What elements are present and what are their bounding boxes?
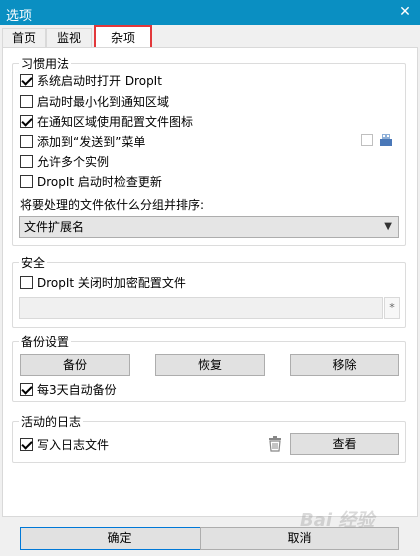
restore-button[interactable]: 恢复 [155,354,265,376]
checkbox[interactable] [20,174,33,188]
option-label: 启动时最小化到通知区域 [37,94,170,109]
option-start-with-system[interactable]: 系统启动时打开 DropIt [20,71,162,89]
option-auto-backup[interactable]: 每3天自动备份 [20,380,117,398]
checkbox[interactable] [20,134,33,148]
chevron-down-icon: ▼ [384,221,392,232]
reveal-password-button[interactable]: * [384,297,400,319]
option-label: 允许多个实例 [37,154,110,169]
option-minimize-to-tray[interactable]: 启动时最小化到通知区域 [20,92,169,110]
tab-home[interactable]: 首页 [2,28,46,48]
group-sort-select[interactable]: 文件扩展名 ▼ [19,216,399,238]
tab-bar: 首页 监视 杂项 [0,25,420,48]
tab-misc[interactable]: 杂项 [94,25,152,48]
option-tray-profile-icon[interactable]: 在通知区域使用配置文件图标 [20,112,193,130]
option-label: DropIt 关闭时加密配置文件 [37,275,186,290]
backup-button[interactable]: 备份 [20,354,130,376]
checkbox[interactable] [20,437,33,451]
ok-button[interactable]: 确定 [20,527,219,550]
log-title: 活动的日志 [19,413,84,430]
option-label: 系统启动时打开 DropIt [37,73,162,88]
checkbox[interactable] [20,114,33,128]
send-to-icons [361,133,393,147]
view-log-button[interactable]: 查看 [290,433,399,455]
remove-button[interactable]: 移除 [290,354,399,376]
option-label: 每3天自动备份 [37,382,117,397]
option-encrypt-profiles[interactable]: DropIt 关闭时加密配置文件 [20,273,186,291]
option-multiple-instances[interactable]: 允许多个实例 [20,152,109,170]
option-label: 添加到“发送到”菜单 [37,134,146,149]
usb-drive-icon [379,133,393,147]
checkbox[interactable] [20,73,33,87]
checkbox[interactable] [20,382,33,396]
checkbox[interactable] [20,94,33,108]
option-write-log[interactable]: 写入日志文件 [20,435,109,453]
option-label: 在通知区域使用配置文件图标 [37,114,194,129]
checkbox[interactable] [20,154,33,168]
trash-icon[interactable] [268,436,282,452]
close-icon[interactable]: ✕ [390,0,420,25]
option-label: DropIt 启动时检查更新 [37,174,162,189]
checkbox[interactable] [20,275,33,289]
option-label: 写入日志文件 [37,437,110,452]
title-bar: 选项 ✕ [0,0,420,25]
group-sort-label: 将要处理的文件依什么分组并排序: [20,198,205,212]
watermark: Bai 经验 [300,510,375,531]
option-check-updates[interactable]: DropIt 启动时检查更新 [20,172,162,190]
backup-title: 备份设置 [19,333,72,350]
security-title: 安全 [19,254,48,271]
habits-title: 习惯用法 [19,55,72,72]
select-value: 文件扩展名 [24,220,85,234]
send-to-checkbox-icon[interactable] [361,134,373,146]
tab-monitor[interactable]: 监视 [46,28,92,48]
password-field[interactable] [19,297,383,319]
option-send-to-menu[interactable]: 添加到“发送到”菜单 [20,132,145,150]
window-title: 选项 [6,9,33,24]
